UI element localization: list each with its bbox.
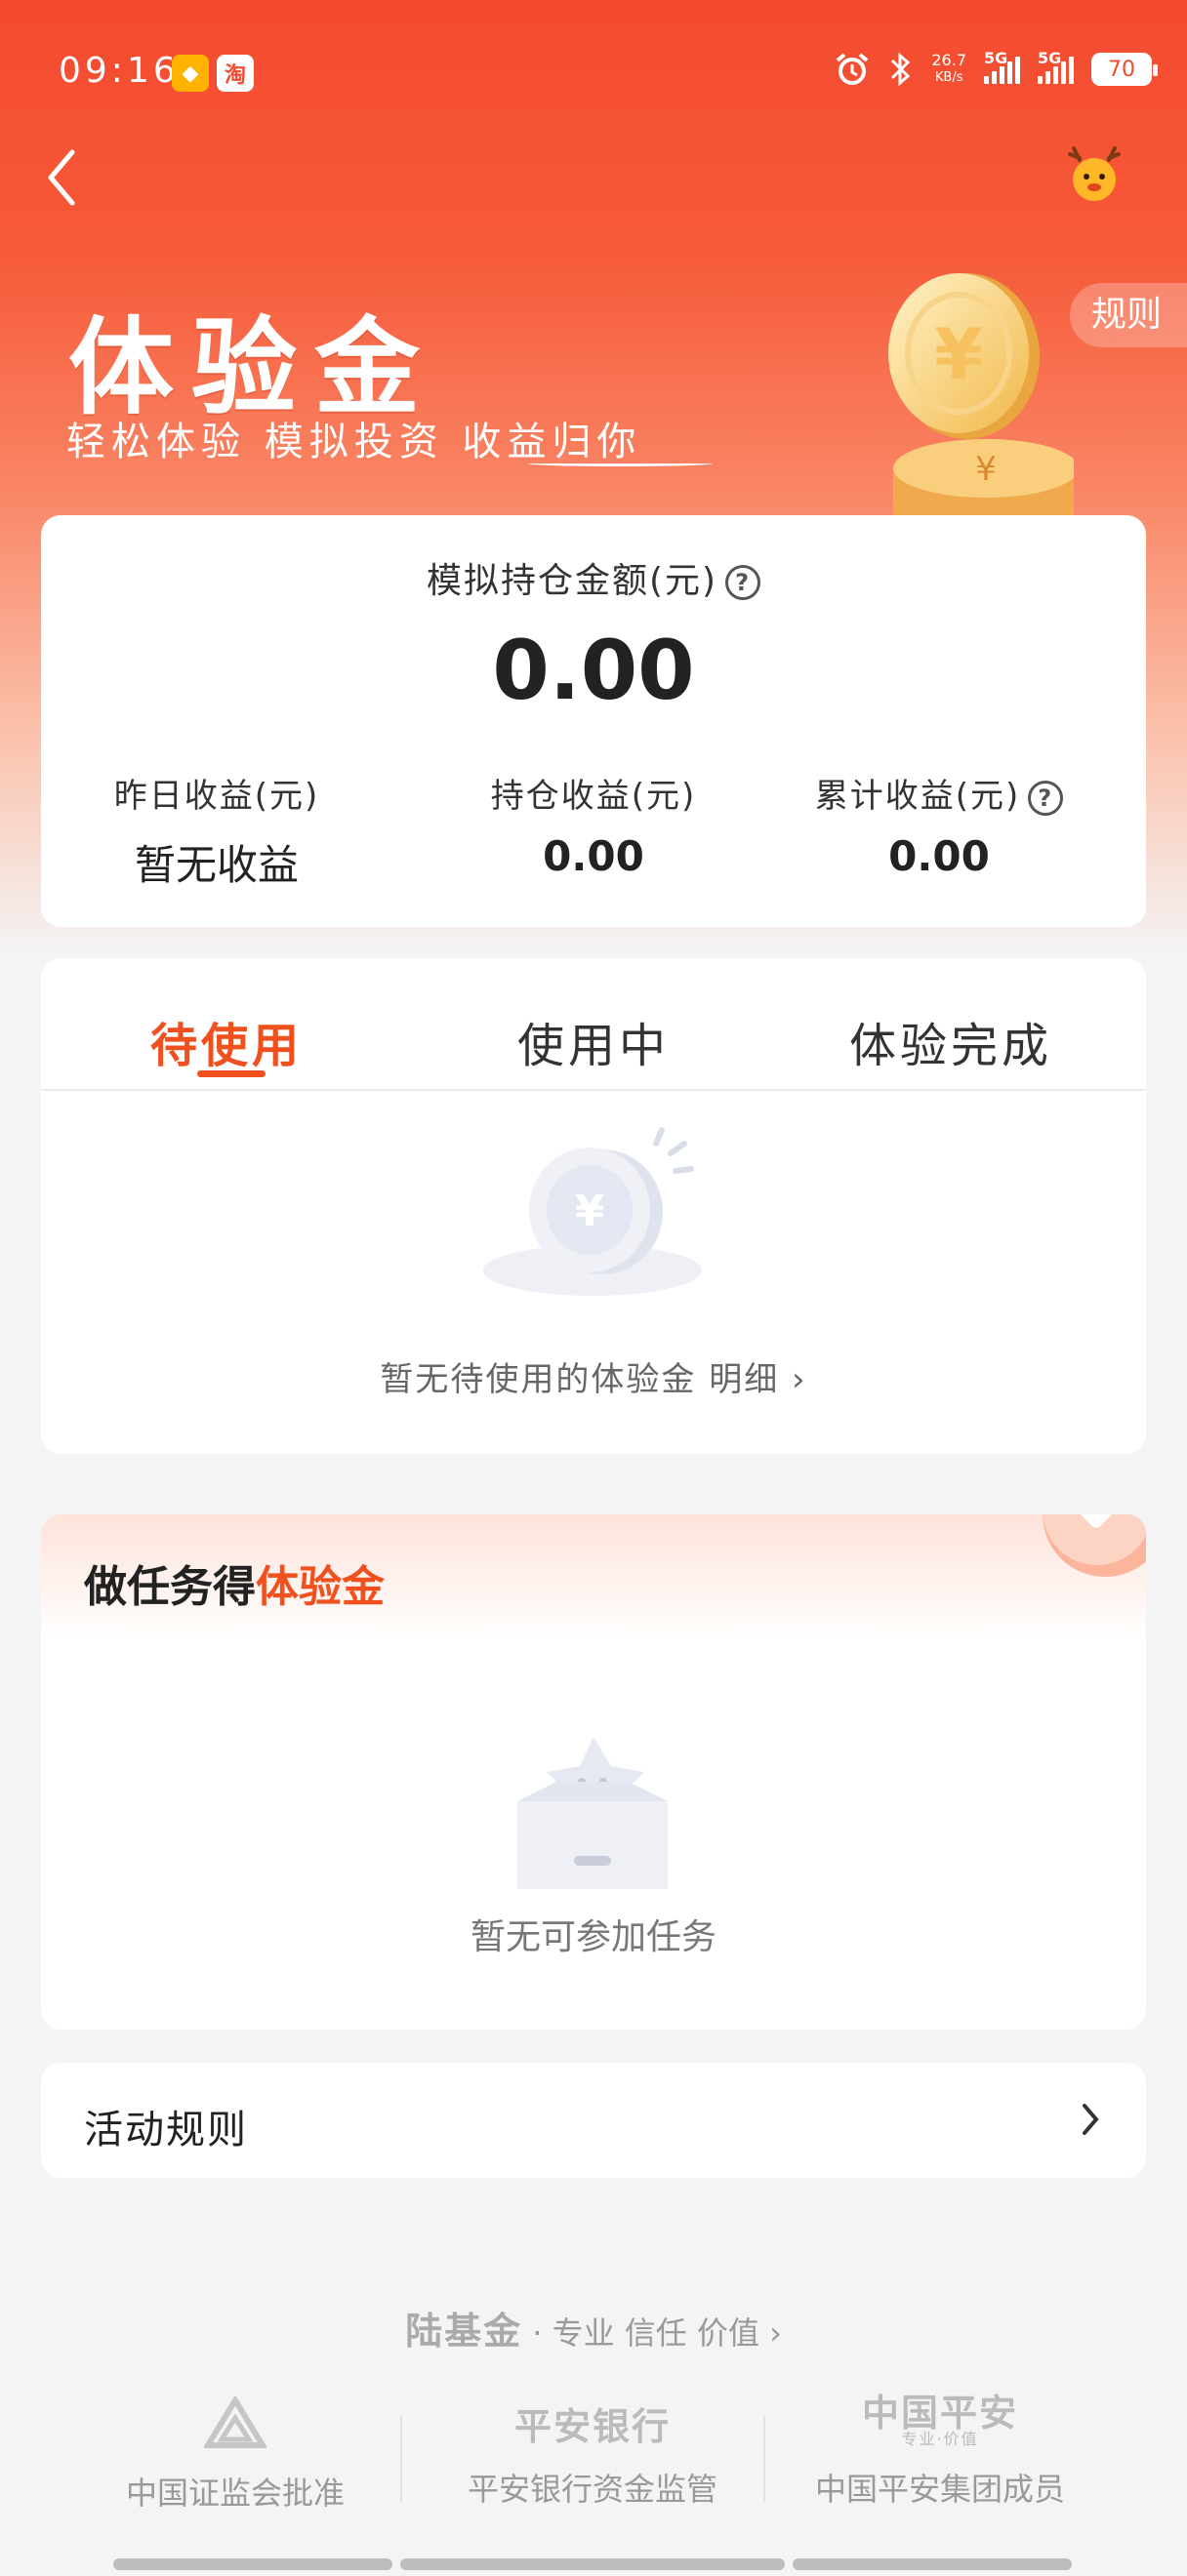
holding-summary-card: 模拟持仓金额(元)? 0.00 昨日收益(元) 暂无收益 持仓收益(元) 0.0… [41, 515, 1146, 927]
total-income: 累计收益(元)? 0.00 [763, 769, 1115, 880]
sim1-signal-icon: 5G [984, 49, 1020, 84]
empty-tasks-illustration [517, 1737, 668, 1889]
page-subtitle: 轻松体验 模拟投资 收益归你 [66, 420, 642, 464]
pingan-bank-logo: 平安银行 [513, 2405, 671, 2448]
csrc-logo-icon [204, 2396, 266, 2448]
yesterday-income: 昨日收益(元) 暂无收益 [113, 777, 320, 889]
subtitle-underline [527, 461, 713, 466]
network-speed: 26.7 KB/s [931, 51, 966, 86]
home-indicator [400, 2558, 785, 2570]
empty-coupons-message: 暂无待使用的体验金 明细 › [380, 1360, 807, 1399]
brand-line[interactable]: 陆基金 · 专业 信任 价值 › [0, 2301, 1187, 2355]
coin-decoration-icon [1043, 1514, 1146, 1577]
tasks-title: 做任务得体验金 [84, 1562, 385, 1612]
svg-text:¥: ¥ [575, 1187, 605, 1236]
sim2-signal-icon: 5G [1038, 49, 1074, 84]
holding-amount-label: 模拟持仓金额(元)? [41, 552, 1146, 603]
svg-text:¥: ¥ [975, 450, 997, 489]
alarm-icon [837, 53, 869, 85]
tab-divider [41, 1089, 1146, 1091]
tasks-card: 做任务得体验金 暂无可参加任务 [41, 1514, 1146, 2030]
home-indicator [793, 2558, 1072, 2570]
bluetooth-icon [891, 52, 911, 87]
status-time: 09:16 [59, 51, 180, 91]
home-indicator [113, 2558, 392, 2570]
empty-tasks-message: 暂无可参加任务 [470, 1917, 716, 1957]
taobao-app-icon: 淘 [217, 55, 254, 92]
tab-pending[interactable]: 待使用 [51, 1007, 402, 1075]
trial-funds-card: 待使用 使用中 体验完成 ¥ 暂无待使用的体验金 明细 › [41, 958, 1146, 1454]
activity-rules-label: 活动规则 [84, 2108, 248, 2153]
chevron-right-icon [1083, 2104, 1099, 2135]
detail-link[interactable]: 明细 › [709, 1360, 806, 1399]
help-icon[interactable]: ? [1028, 780, 1064, 816]
mascot-icon[interactable] [1064, 144, 1125, 205]
battery-indicator: 70 [1091, 53, 1158, 86]
help-icon[interactable]: ? [725, 565, 761, 600]
pingan-group-logo: 中国平安 专业·价值 [861, 2392, 1018, 2448]
status-bar: 09:16 ◆ 淘 26.7 KB/s 5G 5G 70 [0, 0, 1187, 146]
tab-in-use[interactable]: 使用中 [418, 1007, 769, 1075]
back-icon[interactable] [43, 144, 102, 213]
rules-button[interactable]: 规则 [1070, 283, 1187, 347]
empty-coin-illustration: ¥ [483, 1127, 702, 1296]
partner-csrc: 中国证监会批准 [45, 2396, 426, 2514]
partner-pingan-group: 中国平安 专业·价值 中国平安集团成员 [750, 2392, 1130, 2510]
holding-amount-value: 0.00 [492, 623, 695, 718]
svg-text:¥: ¥ [934, 313, 983, 395]
tab-completed[interactable]: 体验完成 [775, 1007, 1126, 1075]
holding-income: 持仓收益(元) 0.00 [490, 777, 697, 880]
activity-rules-row[interactable]: 活动规则 [41, 2063, 1146, 2178]
notification-app-icon: ◆ [172, 55, 209, 92]
active-tab-indicator [197, 1070, 266, 1077]
partner-pingan-bank: 平安银行 平安银行资金监管 [402, 2396, 783, 2510]
coins-illustration: ¥ ¥ [888, 273, 1074, 517]
brand-tagline: 专业 信任 价值 [552, 2314, 759, 2352]
brand-name: 陆基金 [405, 2310, 523, 2353]
